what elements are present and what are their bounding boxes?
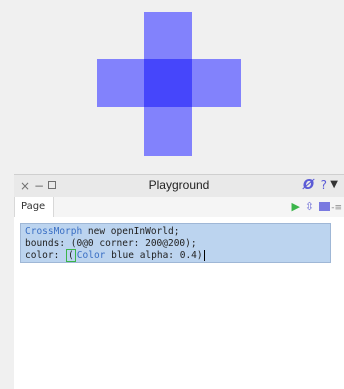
text-cursor [203,250,205,261]
cross-center-overlap [144,59,192,107]
window-title: Playground [148,178,210,192]
inspect-icon[interactable] [319,202,330,211]
selected-code[interactable]: CrossMorph new openInWorld; bounds: (0@0… [20,223,331,263]
class-name: Color [76,250,106,261]
tab-page[interactable]: Page [14,197,55,217]
window-menu-icon[interactable]: ▼ [330,179,338,190]
code-line-3: color: (Color blue alpha: 0.4) [25,249,205,262]
run-icon[interactable]: ▶ [292,200,300,214]
window-titlebar[interactable]: × − Playground Ø ? ▼ [14,175,344,198]
code-text: new openInWorld; [82,226,180,237]
code-editor[interactable]: CrossMorph new openInWorld; bounds: (0@0… [14,217,344,389]
class-name: CrossMorph [25,226,83,237]
code-text: blue alpha: 0.4) [105,250,203,261]
playground-toolbar: Page ▶ ⇳ -≡ [14,197,344,218]
playground-window[interactable]: × − Playground Ø ? ▼ Page ▶ ⇳ -≡ CrossMo… [14,174,344,389]
preferences-icon[interactable]: Ø [303,178,314,193]
help-icon[interactable]: ? [321,178,327,192]
bindings-icon[interactable]: ⇳ [305,200,314,214]
matched-paren: ( [66,249,76,262]
code-text: color: [25,250,66,261]
more-menu-icon[interactable]: -≡ [331,201,342,215]
